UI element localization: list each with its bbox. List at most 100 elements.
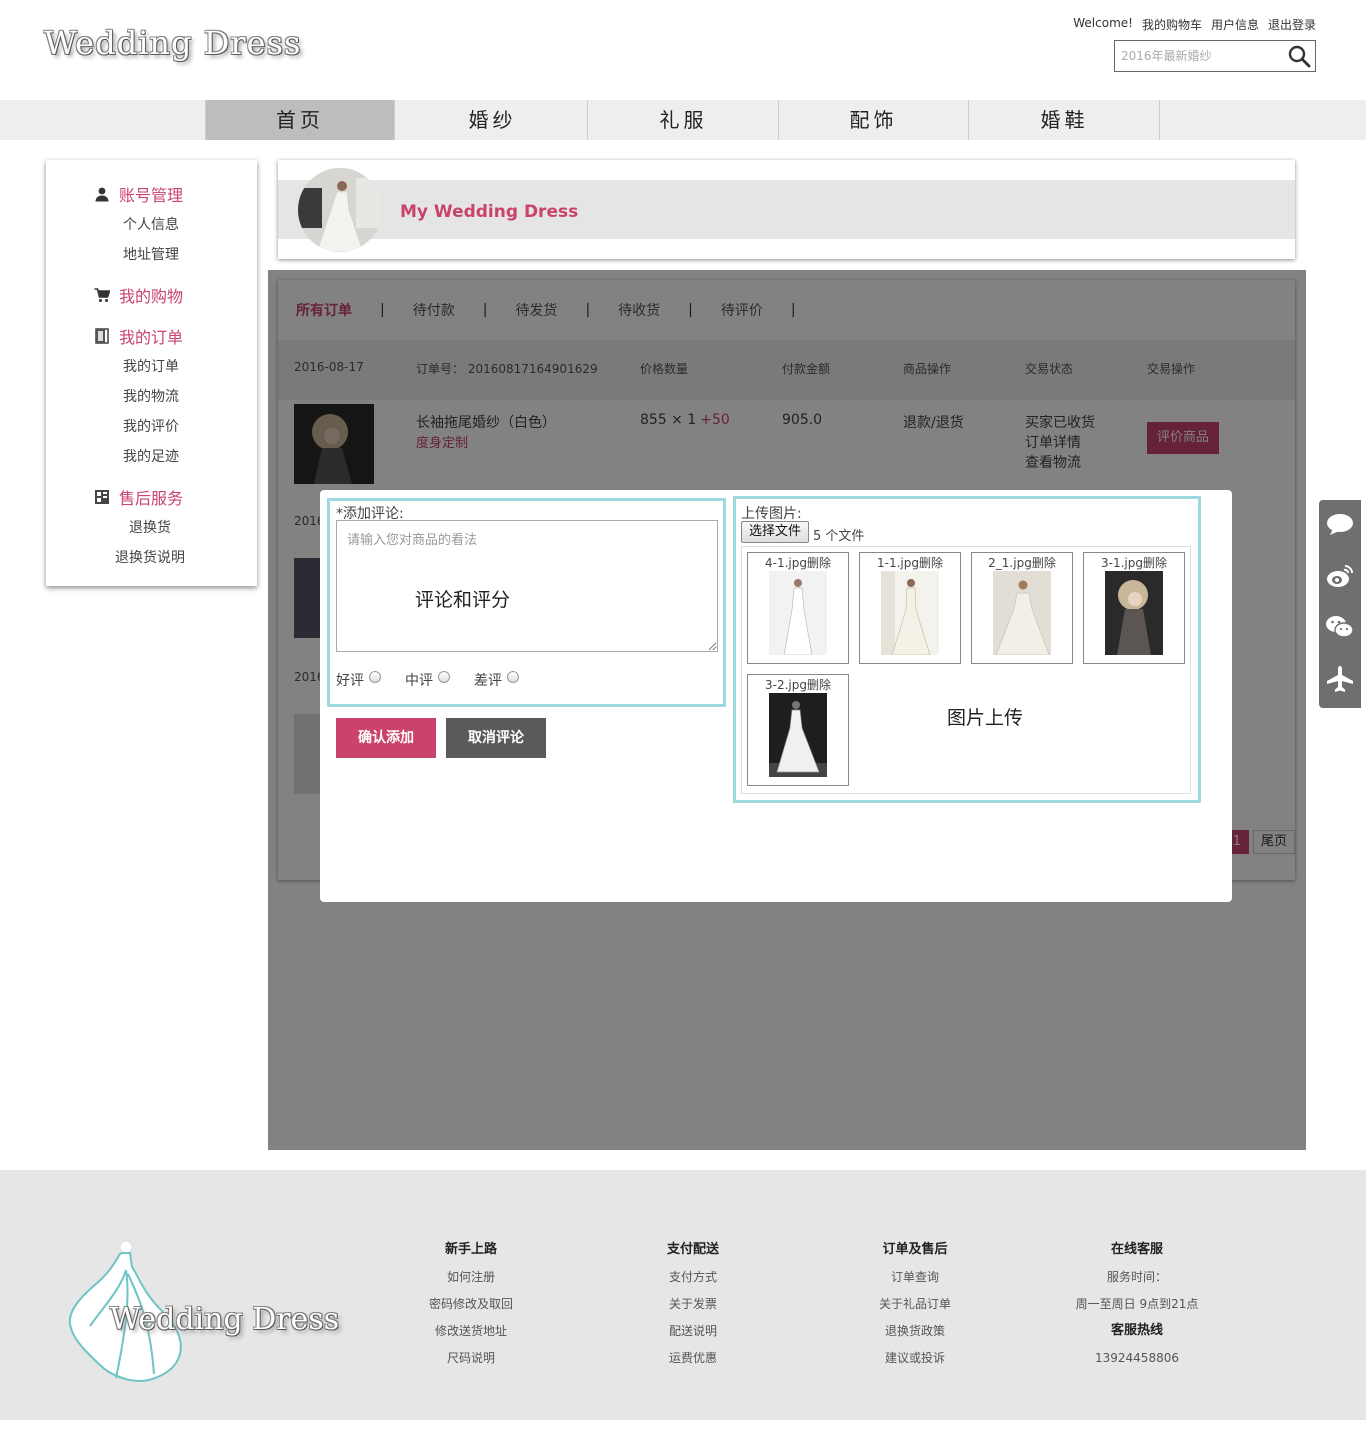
footer-link[interactable]: 尺码说明 xyxy=(371,1350,571,1377)
footer-link[interactable]: 如何注册 xyxy=(371,1269,571,1296)
sidebar-head-aftersale[interactable]: 售后服务 xyxy=(94,485,183,509)
image-card: 3-2.jpg删除 xyxy=(747,674,849,786)
user-icon xyxy=(95,187,109,202)
sidebar-item-return[interactable]: 退换货 xyxy=(129,517,171,537)
image-card: 2_1.jpg删除 xyxy=(971,552,1073,664)
nav-item-accessories[interactable]: 配饰 xyxy=(779,100,969,140)
nav-item-wedding-dress[interactable]: 婚纱 xyxy=(398,100,588,140)
document-icon xyxy=(95,328,109,344)
sidebar-item-logistics[interactable]: 我的物流 xyxy=(123,386,179,406)
rating-group: 好评 中评 差评 xyxy=(336,670,519,690)
image-filename: 2_1.jpg xyxy=(988,556,1032,570)
radio-good[interactable] xyxy=(369,671,381,683)
profile-banner: My Wedding Dress xyxy=(278,160,1295,259)
service-time: 周一至周日 9点到21点 xyxy=(1075,1297,1199,1311)
image-thumb xyxy=(881,571,939,655)
image-caption: 1-1.jpg删除 xyxy=(860,554,960,571)
sidebar-head-shopping[interactable]: 我的购物 xyxy=(94,283,183,307)
image-filename: 4-1.jpg xyxy=(765,556,807,570)
image-preview-area: 4-1.jpg删除 1-1.jpg删除 2_1.jpg删除 3-1.jpg删除 … xyxy=(741,546,1191,794)
review-modal: *添加评论: 评论和评分 好评 中评 差评 确认添加 取消评论 上传图片: 选择… xyxy=(320,490,1232,902)
search-icon[interactable] xyxy=(1287,44,1311,68)
footer-link[interactable]: 关于礼品订单 xyxy=(815,1296,1015,1323)
site-footer: Wedding Dress 新手上路 如何注册 密码修改及取回 修改送货地址 尺… xyxy=(0,1170,1366,1420)
floating-toolbar xyxy=(1319,500,1361,708)
footer-link[interactable]: 订单查询 xyxy=(815,1269,1015,1296)
welcome-text: Welcome! xyxy=(1073,16,1133,30)
sidebar-item-reviews[interactable]: 我的评价 xyxy=(123,416,179,436)
cancel-comment-button[interactable]: 取消评论 xyxy=(446,718,546,758)
rating-bad[interactable]: 差评 xyxy=(474,670,519,690)
delete-image-link[interactable]: 删除 xyxy=(1143,556,1167,570)
cart-link[interactable]: 我的购物车 xyxy=(1142,16,1202,33)
weibo-icon[interactable] xyxy=(1325,561,1355,591)
service-time-label: 服务时间： xyxy=(1106,1270,1167,1284)
sidebar-item-return-policy[interactable]: 退换货说明 xyxy=(115,547,185,567)
footer-col-aftersale: 订单及售后 订单查询 关于礼品订单 退换货政策 建议或投诉 xyxy=(815,1242,1015,1377)
hotline-title: 客服热线 xyxy=(1110,1323,1163,1338)
sidebar-head-label: 我的订单 xyxy=(119,328,184,347)
image-thumb xyxy=(769,571,827,655)
footer-link[interactable]: 修改送货地址 xyxy=(371,1323,571,1350)
footer-logo-text[interactable]: Wedding Dress xyxy=(110,1302,339,1337)
comment-section: *添加评论: 评论和评分 好评 中评 差评 xyxy=(327,498,726,707)
confirm-add-button[interactable]: 确认添加 xyxy=(336,718,436,758)
nav-item-shoes[interactable]: 婚鞋 xyxy=(970,100,1160,140)
delete-image-link[interactable]: 删除 xyxy=(1032,556,1056,570)
footer-col-newbie: 新手上路 如何注册 密码修改及取回 修改送货地址 尺码说明 xyxy=(371,1242,571,1377)
nav-item-home[interactable]: 首页 xyxy=(205,100,395,140)
sidebar-head-orders[interactable]: 我的订单 xyxy=(94,324,183,348)
image-thumb xyxy=(769,693,827,777)
radio-bad[interactable] xyxy=(507,671,519,683)
rating-good[interactable]: 好评 xyxy=(336,670,381,690)
avatar[interactable] xyxy=(298,168,382,252)
comment-textarea[interactable] xyxy=(336,520,718,652)
search-input[interactable] xyxy=(1115,41,1285,71)
delete-image-link[interactable]: 删除 xyxy=(807,556,831,570)
footer-col-title: 支付配送 xyxy=(666,1242,719,1257)
footer-link[interactable]: 关于发票 xyxy=(593,1296,793,1323)
delete-image-link[interactable]: 删除 xyxy=(919,556,943,570)
wechat-icon[interactable] xyxy=(1325,612,1355,642)
footer-link[interactable]: 密码修改及取回 xyxy=(371,1296,571,1323)
top-links: Welcome! 我的购物车 用户信息 退出登录 xyxy=(1073,16,1316,33)
sidebar-item-personal-info[interactable]: 个人信息 xyxy=(123,214,179,234)
upload-label: 上传图片: xyxy=(741,506,802,522)
user-info-link[interactable]: 用户信息 xyxy=(1211,16,1259,33)
hotline-number: 13924458806 xyxy=(1095,1351,1179,1365)
image-caption: 3-2.jpg删除 xyxy=(748,676,848,693)
image-thumb xyxy=(993,571,1051,655)
delete-image-link[interactable]: 删除 xyxy=(807,678,831,692)
rating-good-label: 好评 xyxy=(336,673,364,689)
footer-link[interactable]: 支付方式 xyxy=(593,1269,793,1296)
chat-bubble-icon[interactable] xyxy=(1325,510,1355,540)
sidebar-item-address[interactable]: 地址管理 xyxy=(123,244,179,264)
sidebar-head-account[interactable]: 账号管理 xyxy=(94,182,183,206)
sidebar-head-label: 账号管理 xyxy=(119,186,184,205)
rating-neutral[interactable]: 中评 xyxy=(405,670,450,690)
image-filename: 3-1.jpg xyxy=(1101,556,1143,570)
image-card: 4-1.jpg删除 xyxy=(747,552,849,664)
footer-link[interactable]: 运费优惠 xyxy=(593,1350,793,1377)
rating-neutral-label: 中评 xyxy=(405,673,433,689)
search-box xyxy=(1114,40,1316,72)
sidebar-item-my-orders[interactable]: 我的订单 xyxy=(123,356,179,376)
image-filename: 1-1.jpg xyxy=(877,556,919,570)
footer-link[interactable]: 退换货政策 xyxy=(815,1323,1015,1350)
footer-col-title: 订单及售后 xyxy=(882,1242,948,1257)
site-logo[interactable]: Wedding Dress xyxy=(44,24,301,62)
service-icon xyxy=(95,490,109,504)
nav-item-gown[interactable]: 礼服 xyxy=(589,100,779,140)
footer-link[interactable]: 建议或投诉 xyxy=(815,1350,1015,1377)
comment-hint: 评论和评分 xyxy=(415,589,511,611)
account-sidebar: 账号管理 个人信息 地址管理 我的购物 我的订单 我的订单 我的物流 我的评价 … xyxy=(46,160,257,586)
airplane-icon[interactable] xyxy=(1325,664,1355,694)
footer-link[interactable]: 配送说明 xyxy=(593,1323,793,1350)
choose-file-button[interactable]: 选择文件 xyxy=(741,521,809,543)
sidebar-item-footprint[interactable]: 我的足迹 xyxy=(123,446,179,466)
radio-neutral[interactable] xyxy=(438,671,450,683)
image-filename: 3-2.jpg xyxy=(765,678,807,692)
image-caption: 2_1.jpg删除 xyxy=(972,554,1072,571)
footer-col-title: 在线客服 xyxy=(1110,1242,1163,1257)
logout-link[interactable]: 退出登录 xyxy=(1268,16,1316,33)
